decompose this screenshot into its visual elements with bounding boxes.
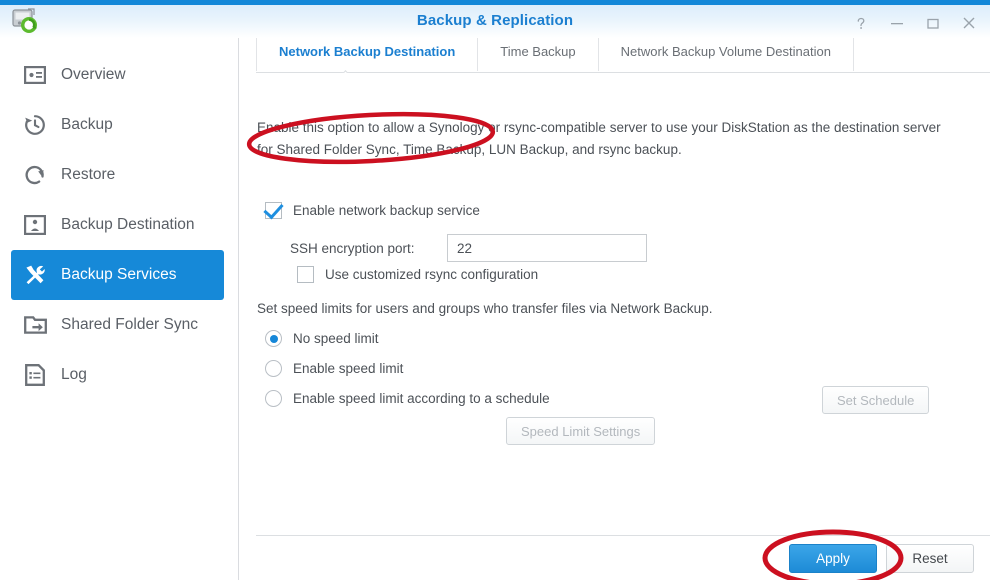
title-bar: Backup & Replication [0,0,990,38]
panel-description: Enable this option to allow a Synology o… [257,120,941,157]
sidebar-item-label: Shared Folder Sync [61,316,198,333]
reset-button[interactable]: Reset [886,544,974,573]
tab-bar: Network Backup Destination Time Backup N… [240,38,990,73]
tab-network-backup-volume-destination[interactable]: Network Backup Volume Destination [597,38,854,71]
log-list-icon [22,362,48,388]
sidebar-item-label: Log [61,366,87,383]
enable-network-backup-service-label: Enable network backup service [293,203,480,218]
window-title: Backup & Replication [416,12,574,29]
ssh-port-row: SSH encryption port: [265,234,647,262]
set-schedule-button[interactable]: Set Schedule [822,386,930,414]
apply-button[interactable]: Apply [789,544,877,573]
footer-divider [256,535,990,536]
destination-card-icon [22,212,48,238]
radio-enable-speed-limit[interactable]: Enable speed limit [265,360,403,377]
sidebar-item-restore[interactable]: Restore [11,150,224,200]
speed-limit-settings-button[interactable]: Speed Limit Settings [506,417,656,445]
clock-backup-icon [22,112,48,138]
enable-speed-limit-label: Enable speed limit [293,361,404,376]
content-area: Network Backup Destination Time Backup N… [240,38,990,580]
sidebar-item-backup-destination[interactable]: Backup Destination [11,200,224,250]
sidebar-item-label: Restore [61,166,116,183]
sidebar-item-shared-folder-sync[interactable]: Shared Folder Sync [11,300,224,350]
wrench-screwdriver-icon [22,262,48,288]
close-button[interactable] [956,12,982,34]
no-speed-limit-radio[interactable] [265,330,282,347]
enable-speed-limit-schedule-radio[interactable] [265,390,282,407]
sidebar-item-backup[interactable]: Backup [11,100,224,150]
tab-label: Network Backup Destination [279,44,456,59]
window-controls [848,12,982,34]
customized-rsync-row[interactable]: Use customized rsync configuration [297,266,538,283]
no-speed-limit-label: No speed limit [293,331,379,346]
radio-no-speed-limit[interactable]: No speed limit [265,330,379,347]
enable-network-backup-service-checkbox[interactable] [265,202,282,219]
enable-speed-limit-radio[interactable] [265,360,282,377]
radio-enable-speed-limit-schedule[interactable]: Enable speed limit according to a schedu… [265,390,550,407]
tab-label: Network Backup Volume Destination [620,44,831,59]
tab-network-backup-destination[interactable]: Network Backup Destination [256,38,477,71]
sidebar-item-label: Overview [61,66,126,83]
customized-rsync-label: Use customized rsync configuration [325,267,539,282]
sidebar-item-label: Backup Services [61,266,177,283]
customized-rsync-checkbox[interactable] [297,266,314,283]
application-window: Backup & Replication Overview Backup Res… [0,0,990,580]
sidebar-item-log[interactable]: Log [11,350,224,400]
help-button[interactable] [848,12,874,34]
minimize-button[interactable] [884,12,910,34]
folder-sync-arrow-icon [22,312,48,338]
enable-speed-limit-schedule-label: Enable speed limit according to a schedu… [293,391,550,406]
overview-card-icon [22,62,48,88]
tab-time-backup[interactable]: Time Backup [477,38,597,71]
maximize-button[interactable] [920,12,946,34]
ssh-port-input[interactable] [447,234,647,262]
sidebar-item-backup-services[interactable]: Backup Services [11,250,224,300]
sidebar-item-label: Backup [61,116,113,133]
sidebar: Overview Backup Restore Backup Destinati… [0,38,239,580]
ssh-port-label: SSH encryption port: [290,240,415,256]
speed-limit-description: Set speed limits for users and groups wh… [257,301,713,316]
restore-arrow-icon [22,162,48,188]
sidebar-item-label: Backup Destination [61,216,195,233]
sidebar-item-overview[interactable]: Overview [11,50,224,100]
enable-network-backup-service-row[interactable]: Enable network backup service [265,202,480,219]
tab-label: Time Backup [500,44,576,59]
network-backup-destination-panel: Enable this option to allow a Synology o… [240,72,990,532]
